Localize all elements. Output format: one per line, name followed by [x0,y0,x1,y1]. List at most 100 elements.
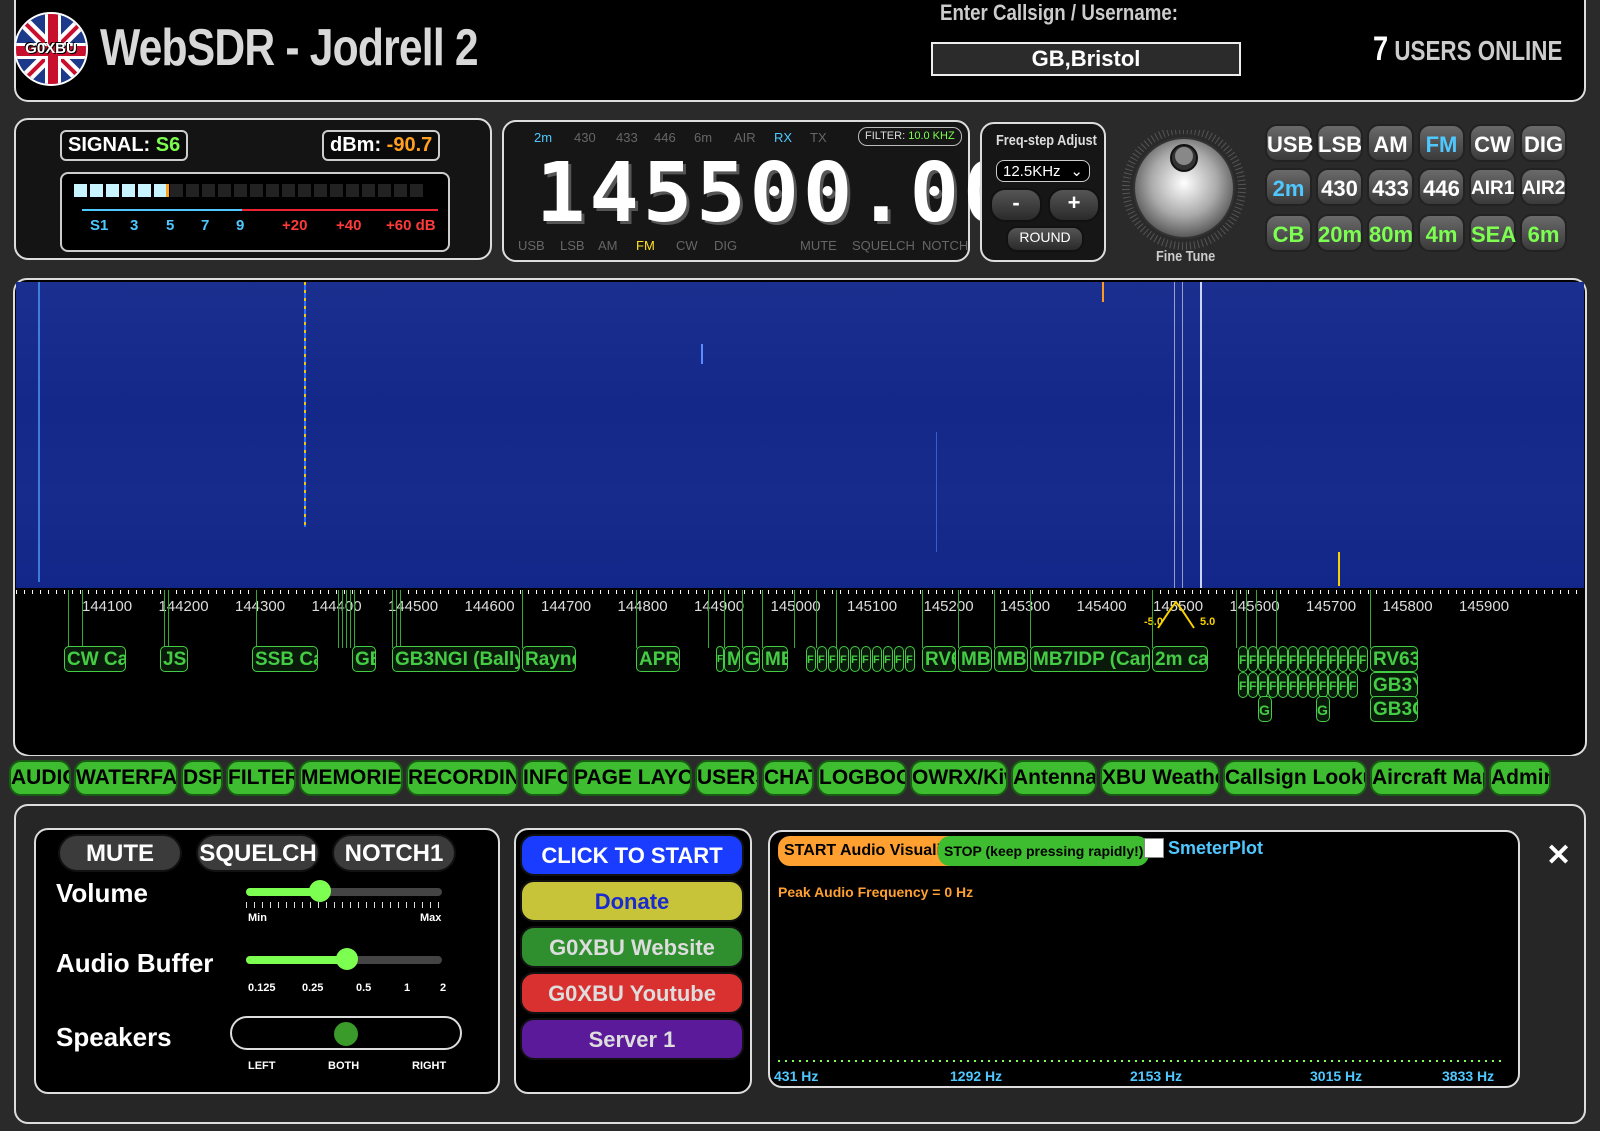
marker-f[interactable]: F [1318,672,1328,698]
server-button[interactable]: Server 1 [520,1018,744,1060]
marker-f[interactable]: F [1268,672,1278,698]
tab-logbook[interactable]: LOGBOOK [817,760,907,796]
marker-f[interactable]: F [1318,646,1328,672]
marker-raynet[interactable]: Raynet [522,646,576,672]
tab-chat[interactable]: CHAT [762,760,814,796]
waterfall-display[interactable] [16,282,1584,588]
marker-gb3yw[interactable]: GB3YW [1370,672,1418,698]
speakers-balance-slider[interactable] [230,1016,462,1050]
marker-f[interactable]: F [1308,672,1318,698]
marker-f[interactable]: F [861,646,871,672]
marker-f[interactable]: F [1298,672,1308,698]
tab-users[interactable]: USERS [695,760,759,796]
marker-f[interactable]: F [1288,646,1298,672]
marker-f[interactable]: F [1358,646,1368,672]
step-plus-button[interactable]: + [1048,188,1100,222]
marker-mb[interactable]: MB [762,646,788,672]
marker-f[interactable]: F [1328,646,1338,672]
marker-2m-call[interactable]: 2m call [1152,646,1208,672]
donate-button[interactable]: Donate [520,880,744,922]
round-button[interactable]: ROUND [1006,226,1084,252]
marker-g[interactable]: G [1316,696,1330,722]
step-minus-button[interactable]: - [990,188,1042,222]
marker-f[interactable]: F [1308,646,1318,672]
marker-f[interactable]: F [850,646,860,672]
notch-button[interactable]: NOTCH1 [332,834,456,872]
tab-audio[interactable]: AUDIO [9,760,71,796]
marker-f[interactable]: F [1238,646,1248,672]
mode-button-row2-430[interactable]: 430 [1316,168,1363,206]
mode-button-row1-fm[interactable]: FM [1418,124,1465,162]
marker-f[interactable]: F [905,646,915,672]
marker-f[interactable]: F [1288,672,1298,698]
tab-recording[interactable]: RECORDING [406,760,518,796]
marker-f[interactable]: F [806,646,816,672]
marker-js8[interactable]: JS8 [160,646,188,672]
marker-f[interactable]: F [1278,672,1288,698]
marker-f[interactable]: F [1278,646,1288,672]
marker-f[interactable]: F [894,646,904,672]
website-button[interactable]: G0XBU Website [520,926,744,968]
marker-f[interactable]: F [1248,672,1258,698]
youtube-button[interactable]: G0XBU Youtube [520,972,744,1014]
tab-dsp[interactable]: DSP [181,760,223,796]
audio-buffer-slider[interactable] [246,946,442,976]
mode-button-row1-am[interactable]: AM [1367,124,1414,162]
speakers-thumb[interactable] [334,1022,358,1046]
marker-f[interactable]: F [1238,672,1248,698]
mode-button-row1-cw[interactable]: CW [1469,124,1516,162]
marker-gb3ngi[interactable]: GB3NGI (Ballym [392,646,520,672]
marker-gi[interactable]: GI [742,646,760,672]
marker-mb7-a[interactable]: MB7 [958,646,992,672]
marker-mb7idp[interactable]: MB7IDP (Canno [1030,646,1150,672]
mode-button-row3-80m[interactable]: 80m [1367,214,1414,252]
volume-thumb[interactable] [309,880,332,902]
mode-button-row3-sea[interactable]: SEA [1469,214,1516,252]
marker-gb3go[interactable]: GB3GO [1370,696,1418,722]
mute-button[interactable]: MUTE [58,834,182,872]
freq-step-select[interactable]: 12.5KHz ⌄ [996,160,1090,182]
marker-f[interactable]: F [1348,646,1358,672]
mode-button-row2-446[interactable]: 446 [1418,168,1465,206]
marker-f[interactable]: F [716,646,724,672]
mode-button-row2-2m[interactable]: 2m [1265,168,1312,206]
mode-button-row1-dig[interactable]: DIG [1520,124,1567,162]
squelch-button[interactable]: SQUELCH [196,834,320,872]
marker-f[interactable]: F [1338,646,1348,672]
tab-callsign-lookup[interactable]: Callsign Lookup [1223,760,1367,796]
stop-visualizer-button[interactable]: STOP (keep pressing rapidly!) [938,836,1150,866]
marker-f[interactable]: F [883,646,893,672]
start-audio-button[interactable]: CLICK TO START AUDIO [520,834,744,908]
mode-button-row1-usb[interactable]: USB [1265,124,1313,162]
volume-slider[interactable] [246,878,442,918]
tab-waterfall[interactable]: WATERFALL [74,760,178,796]
buffer-thumb[interactable] [336,948,358,970]
mode-button-row2-air1[interactable]: AIR1 [1469,168,1516,206]
marker-f[interactable]: F [817,646,827,672]
smeterplot-checkbox[interactable] [1144,838,1164,858]
marker-f[interactable]: F [1258,672,1268,698]
fine-tune-knob[interactable] [1110,126,1258,254]
mode-button-row1-lsb[interactable]: LSB [1316,124,1363,162]
marker-f[interactable]: F [1298,646,1308,672]
marker-g[interactable]: G [1258,696,1272,722]
marker-gb[interactable]: GB [352,646,376,672]
marker-mb7-b[interactable]: MB7 [994,646,1028,672]
close-icon[interactable]: ✕ [1546,838,1571,873]
frequency-scale[interactable]: 144100 144200 144300 144400 144500 144600 1447… [16,590,1584,755]
marker-f[interactable]: F [1338,672,1348,698]
marker-rv63-a[interactable]: RV6 [922,646,956,672]
marker-f[interactable]: F [872,646,882,672]
mode-button-row3-6m[interactable]: 6m [1520,214,1567,252]
marker-f[interactable]: F [1268,646,1278,672]
frequency-display[interactable]: 145500.00 [536,146,1016,241]
tab-filter[interactable]: FILTER [226,760,296,796]
marker-f[interactable]: F [839,646,849,672]
marker-f[interactable]: F [1348,672,1358,698]
marker-aprs[interactable]: APRS [636,646,680,672]
tab-info[interactable]: INFO [521,760,569,796]
callsign-input[interactable] [931,42,1241,76]
marker-ssb-call[interactable]: SSB Call [252,646,318,672]
mode-button-row3-4m[interactable]: 4m [1418,214,1465,252]
tab-aircraft-map[interactable]: Aircraft Map [1370,760,1486,796]
